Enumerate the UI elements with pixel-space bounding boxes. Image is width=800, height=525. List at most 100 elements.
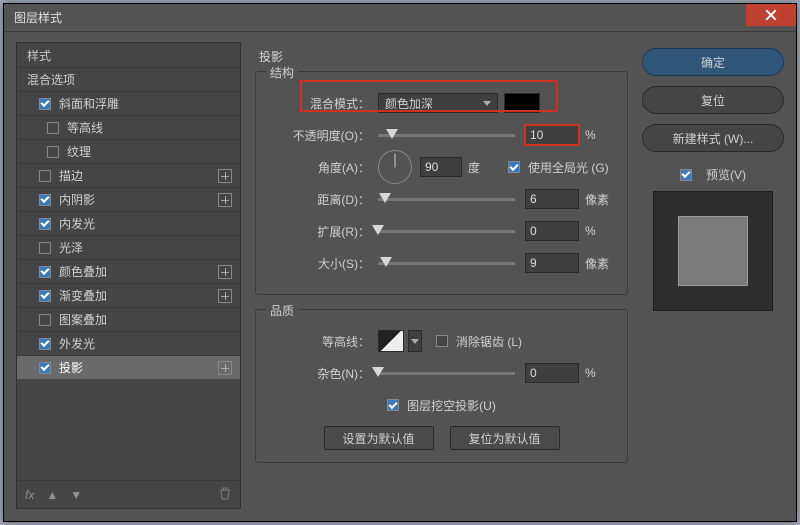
add-effect-icon[interactable]	[218, 289, 232, 303]
blend-mode-label: 混合模式：	[268, 95, 378, 112]
size-input[interactable]	[525, 253, 579, 273]
style-checkbox[interactable]	[47, 122, 59, 134]
blend-mode-select[interactable]: 颜色加深	[378, 93, 498, 113]
style-label: 颜色叠加	[59, 263, 107, 280]
style-label: 光泽	[59, 239, 83, 256]
trash-icon[interactable]	[218, 486, 232, 503]
titlebar[interactable]: 图层样式	[4, 4, 796, 32]
styles-header: 样式	[17, 43, 240, 67]
blending-options-row[interactable]: 混合选项	[17, 67, 240, 91]
opacity-input[interactable]	[525, 125, 579, 145]
blend-mode-value: 颜色加深	[385, 95, 433, 112]
ok-label: 确定	[701, 54, 725, 71]
preview-swatch	[678, 216, 748, 286]
add-effect-icon[interactable]	[218, 193, 232, 207]
chevron-down-icon	[411, 339, 419, 344]
dialog-body: 样式 混合选项 斜面和浮雕等高线纹理描边内阴影内发光光泽颜色叠加渐变叠加图案叠加…	[4, 32, 796, 521]
style-row-4[interactable]: 内阴影	[17, 187, 240, 211]
close-icon	[765, 9, 777, 21]
style-checkbox[interactable]	[39, 338, 51, 350]
blending-options-label: 混合选项	[27, 71, 75, 88]
distance-input[interactable]	[525, 189, 579, 209]
style-row-0[interactable]: 斜面和浮雕	[17, 91, 240, 115]
new-style-button[interactable]: 新建样式 (W)...	[642, 124, 784, 152]
style-row-9[interactable]: 图案叠加	[17, 307, 240, 331]
style-checkbox[interactable]	[39, 194, 51, 206]
opacity-slider[interactable]	[378, 134, 515, 137]
style-row-11[interactable]: 投影	[17, 355, 240, 379]
structure-legend: 结构	[266, 64, 298, 81]
antialias-label: 消除锯齿 (L)	[456, 333, 522, 350]
style-label: 内发光	[59, 215, 95, 232]
down-icon[interactable]: ▼	[70, 488, 82, 502]
style-row-8[interactable]: 渐变叠加	[17, 283, 240, 307]
style-label: 投影	[59, 359, 83, 376]
style-checkbox[interactable]	[39, 266, 51, 278]
spread-label: 扩展(R)：	[268, 223, 378, 240]
noise-slider[interactable]	[378, 372, 515, 375]
opacity-label: 不透明度(O)：	[268, 127, 378, 144]
style-checkbox[interactable]	[39, 218, 51, 230]
style-checkbox[interactable]	[39, 98, 51, 110]
opacity-unit: %	[579, 128, 615, 142]
effect-title: 投影	[259, 48, 628, 65]
angle-dial[interactable]	[378, 150, 412, 184]
knockout-checkbox[interactable]	[387, 399, 399, 411]
style-label: 渐变叠加	[59, 287, 107, 304]
contour-dropdown[interactable]	[408, 330, 422, 352]
angle-input[interactable]	[420, 157, 462, 177]
style-row-5[interactable]: 内发光	[17, 211, 240, 235]
style-row-2[interactable]: 纹理	[17, 139, 240, 163]
style-row-3[interactable]: 描边	[17, 163, 240, 187]
angle-unit: 度	[462, 159, 498, 176]
preview-checkbox[interactable]	[680, 169, 692, 181]
fx-icon[interactable]: fx	[25, 488, 34, 502]
styles-panel: 样式 混合选项 斜面和浮雕等高线纹理描边内阴影内发光光泽颜色叠加渐变叠加图案叠加…	[16, 42, 241, 509]
size-slider[interactable]	[378, 262, 515, 265]
quality-group: 品质 等高线： 消除锯齿 (L) 杂色(N)： %	[255, 309, 628, 463]
style-row-7[interactable]: 颜色叠加	[17, 259, 240, 283]
style-checkbox[interactable]	[39, 242, 51, 254]
styles-sidebar: 样式 混合选项 斜面和浮雕等高线纹理描边内阴影内发光光泽颜色叠加渐变叠加图案叠加…	[16, 42, 241, 509]
style-label: 纹理	[67, 143, 91, 160]
style-checkbox[interactable]	[39, 314, 51, 326]
knockout-label: 图层挖空投影(U)	[407, 397, 496, 414]
style-row-10[interactable]: 外发光	[17, 331, 240, 355]
cancel-button[interactable]: 复位	[642, 86, 784, 114]
styles-footer: fx ▲ ▼	[17, 480, 240, 508]
style-checkbox[interactable]	[39, 170, 51, 182]
global-light-checkbox[interactable]	[508, 161, 520, 173]
size-label: 大小(S)：	[268, 255, 378, 272]
style-label: 外发光	[59, 335, 95, 352]
add-effect-icon[interactable]	[218, 361, 232, 375]
noise-input[interactable]	[525, 363, 579, 383]
preview-box	[653, 191, 773, 311]
window-title: 图层样式	[14, 9, 62, 26]
style-label: 图案叠加	[59, 311, 107, 328]
style-checkbox[interactable]	[39, 362, 51, 374]
add-effect-icon[interactable]	[218, 265, 232, 279]
contour-preview[interactable]	[378, 330, 404, 352]
up-icon[interactable]: ▲	[46, 488, 58, 502]
close-button[interactable]	[746, 4, 796, 26]
shadow-color-swatch[interactable]	[504, 93, 540, 113]
antialias-checkbox[interactable]	[436, 335, 448, 347]
chevron-down-icon	[483, 101, 491, 106]
make-default-label: 设置为默认值	[342, 430, 414, 447]
layer-style-dialog: 图层样式 样式 混合选项 斜面和浮雕等高线纹理描边内阴影内发光光泽颜色叠加渐变叠…	[3, 3, 797, 522]
make-default-button[interactable]: 设置为默认值	[324, 426, 434, 450]
ok-button[interactable]: 确定	[642, 48, 784, 76]
spread-input[interactable]	[525, 221, 579, 241]
style-label: 内阴影	[59, 191, 95, 208]
add-effect-icon[interactable]	[218, 169, 232, 183]
quality-legend: 品质	[266, 302, 298, 319]
style-checkbox[interactable]	[47, 146, 59, 158]
distance-slider[interactable]	[378, 198, 515, 201]
style-row-6[interactable]: 光泽	[17, 235, 240, 259]
distance-unit: 像素	[579, 191, 615, 208]
reset-default-label: 复位为默认值	[468, 430, 540, 447]
style-checkbox[interactable]	[39, 290, 51, 302]
spread-slider[interactable]	[378, 230, 515, 233]
reset-default-button[interactable]: 复位为默认值	[450, 426, 560, 450]
style-row-1[interactable]: 等高线	[17, 115, 240, 139]
